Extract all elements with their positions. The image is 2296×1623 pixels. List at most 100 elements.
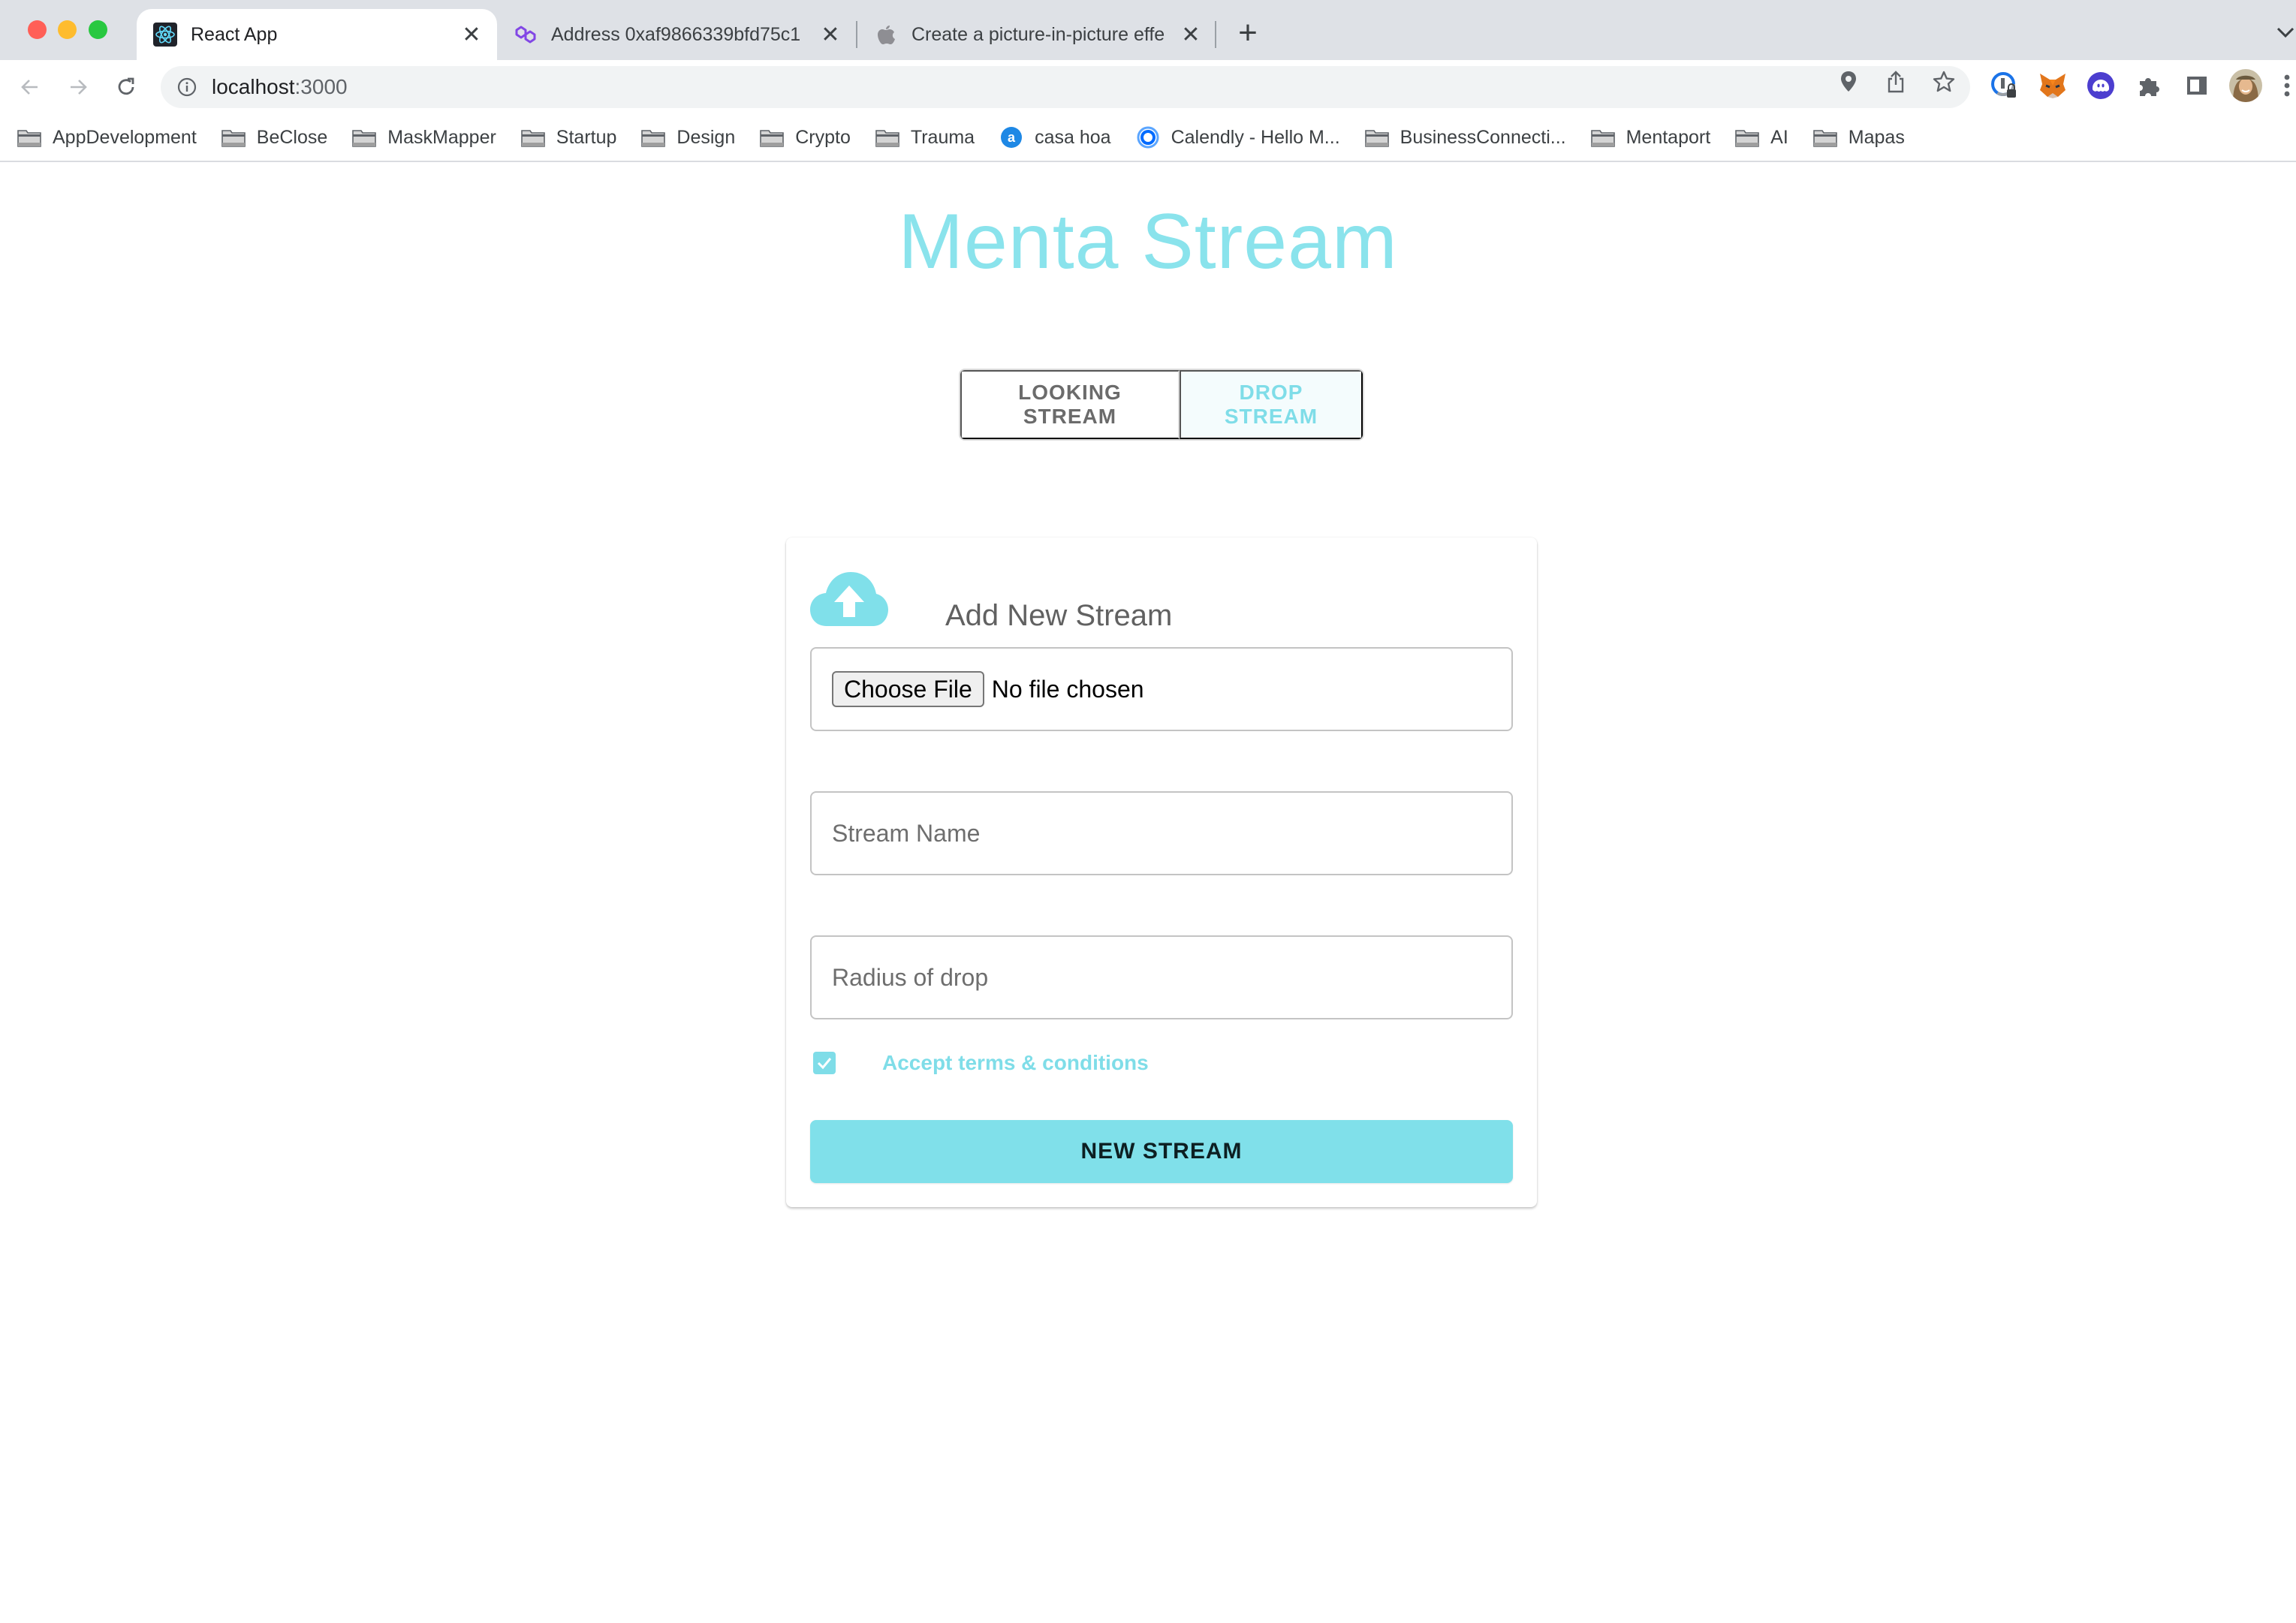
cloud-upload-icon <box>810 571 888 628</box>
web-page: Menta Stream LOOKING STREAM DROP STREAM … <box>0 164 2296 1623</box>
folder-icon <box>1812 127 1838 148</box>
site-a-icon: a <box>999 127 1024 148</box>
bookmark-label: Startup <box>556 126 617 148</box>
tab-title: React App <box>191 23 278 45</box>
new-stream-button[interactable]: NEW STREAM <box>810 1120 1513 1183</box>
react-icon <box>153 23 177 47</box>
url-host: localhost <box>212 75 295 98</box>
close-tab-icon[interactable]: ✕ <box>1177 21 1204 48</box>
bookmark-item[interactable]: Trauma <box>875 127 975 149</box>
bookmark-label: casa hoa <box>1035 126 1111 148</box>
bookmark-label: BusinessConnecti... <box>1400 126 1566 148</box>
terms-label[interactable]: Accept terms & conditions <box>882 1051 1149 1075</box>
add-stream-card: Add New Stream Choose File No file chose… <box>786 537 1537 1207</box>
bookmark-label: Design <box>676 126 736 148</box>
bookmark-item[interactable]: BusinessConnecti... <box>1364 127 1566 149</box>
apple-icon <box>874 23 898 47</box>
forward-button[interactable] <box>60 69 96 105</box>
bookmark-item[interactable]: a casa hoa <box>999 126 1111 149</box>
bookmark-item[interactable]: AppDevelopment <box>17 127 197 149</box>
tab-address[interactable]: Address 0xaf9866339bfd75c1 ✕ <box>511 9 856 60</box>
stream-name-input[interactable] <box>832 819 1511 848</box>
bookmark-item[interactable]: Mentaport <box>1590 126 1711 149</box>
puzzle-extensions-icon[interactable] <box>2134 71 2164 101</box>
back-button[interactable] <box>12 69 48 105</box>
url-text[interactable]: localhost:3000 <box>212 75 348 99</box>
side-panel-icon[interactable] <box>2182 71 2212 101</box>
close-tab-icon[interactable]: ✕ <box>817 21 844 48</box>
folder-icon <box>221 127 246 148</box>
bookmark-item[interactable]: BeClose <box>221 126 328 149</box>
folder-icon <box>759 127 785 148</box>
bookmark-label: AppDevelopment <box>53 126 197 148</box>
radius-input[interactable] <box>832 963 1511 992</box>
bookmark-star-icon[interactable] <box>1933 71 1955 93</box>
terms-row: Accept terms & conditions <box>813 1040 1149 1086</box>
polygon-icon <box>514 23 538 47</box>
bookmark-item[interactable]: AI <box>1734 127 1788 149</box>
checkmark-icon <box>817 1058 832 1070</box>
looking-stream-toggle[interactable]: LOOKING STREAM <box>960 370 1180 439</box>
drop-stream-toggle[interactable]: DROP STREAM <box>1180 370 1363 439</box>
card-title: Add New Stream <box>945 599 1173 632</box>
browser-menu-icon[interactable] <box>2278 71 2296 101</box>
metamask-fox-icon[interactable] <box>2038 71 2068 101</box>
profile-avatar[interactable] <box>2228 68 2263 103</box>
bookmark-label: Mentaport <box>1626 126 1711 148</box>
folder-icon <box>640 127 666 148</box>
card-header: Add New Stream <box>810 571 1486 638</box>
password-manager-icon[interactable] <box>1990 71 2020 101</box>
browser-tab-strip: React App ✕ Address 0xaf9866339bfd75c1 ✕… <box>0 0 2296 60</box>
folder-icon <box>1590 127 1616 148</box>
browser-toolbar: localhost:3000 <box>0 60 2296 114</box>
page-title: Menta Stream <box>898 198 1398 285</box>
mode-toggle-group: LOOKING STREAM DROP STREAM <box>959 369 1364 441</box>
tab-separator <box>1215 21 1216 48</box>
radius-field[interactable] <box>810 935 1513 1019</box>
new-tab-button[interactable]: + <box>1231 17 1264 50</box>
bookmark-item[interactable]: Design <box>640 127 735 149</box>
window-minimize-button[interactable] <box>58 20 77 39</box>
bookmark-label: AI <box>1770 126 1788 148</box>
phantom-ghost-icon[interactable] <box>2086 71 2116 101</box>
bookmark-item[interactable]: Mapas <box>1812 127 1905 149</box>
bookmark-label: MaskMapper <box>387 126 496 148</box>
bookmarks-bar: AppDevelopment BeClose MaskMapper Startup De… <box>0 114 2296 162</box>
folder-icon <box>351 127 377 148</box>
bookmark-label: Crypto <box>795 126 851 148</box>
bookmark-label: Mapas <box>1848 126 1905 148</box>
folder-icon <box>875 127 900 148</box>
window-close-button[interactable] <box>28 20 47 39</box>
terms-checkbox[interactable] <box>813 1052 836 1074</box>
reload-button[interactable] <box>108 69 144 105</box>
url-port: :3000 <box>294 75 348 98</box>
site-info-icon[interactable] <box>176 76 198 98</box>
bookmark-label: Calendly - Hello M... <box>1171 126 1340 148</box>
folder-icon <box>1364 127 1390 148</box>
bookmark-item[interactable]: Crypto <box>759 127 851 149</box>
tab-react-app[interactable]: React App ✕ <box>137 9 497 60</box>
file-upload-field[interactable]: Choose File No file chosen <box>810 647 1513 731</box>
file-status: No file chosen <box>991 675 1144 703</box>
bookmark-label: Trauma <box>910 126 975 148</box>
svg-text:a: a <box>1008 130 1016 145</box>
folder-icon <box>17 127 42 148</box>
bookmark-label: BeClose <box>256 126 328 148</box>
tab-separator <box>856 21 857 48</box>
tab-title: Create a picture-in-picture effe <box>911 23 1165 45</box>
choose-file-button[interactable]: Choose File <box>832 671 984 707</box>
window-zoom-button[interactable] <box>89 20 107 39</box>
calendly-icon <box>1135 126 1161 149</box>
location-pin-icon[interactable] <box>1837 71 1860 93</box>
close-tab-icon[interactable]: ✕ <box>458 21 485 48</box>
share-icon[interactable] <box>1885 71 1907 93</box>
bookmark-item[interactable]: Calendly - Hello M... <box>1135 126 1340 149</box>
address-bar[interactable]: localhost:3000 <box>161 66 1970 108</box>
stream-name-field[interactable] <box>810 791 1513 875</box>
bookmark-item[interactable]: Startup <box>520 126 617 149</box>
tab-search-chevron-icon[interactable] <box>2275 21 2296 42</box>
folder-icon <box>520 127 546 148</box>
bookmark-item[interactable]: MaskMapper <box>351 127 496 149</box>
folder-icon <box>1734 127 1760 148</box>
tab-picture-in-picture[interactable]: Create a picture-in-picture effe ✕ <box>871 9 1216 60</box>
